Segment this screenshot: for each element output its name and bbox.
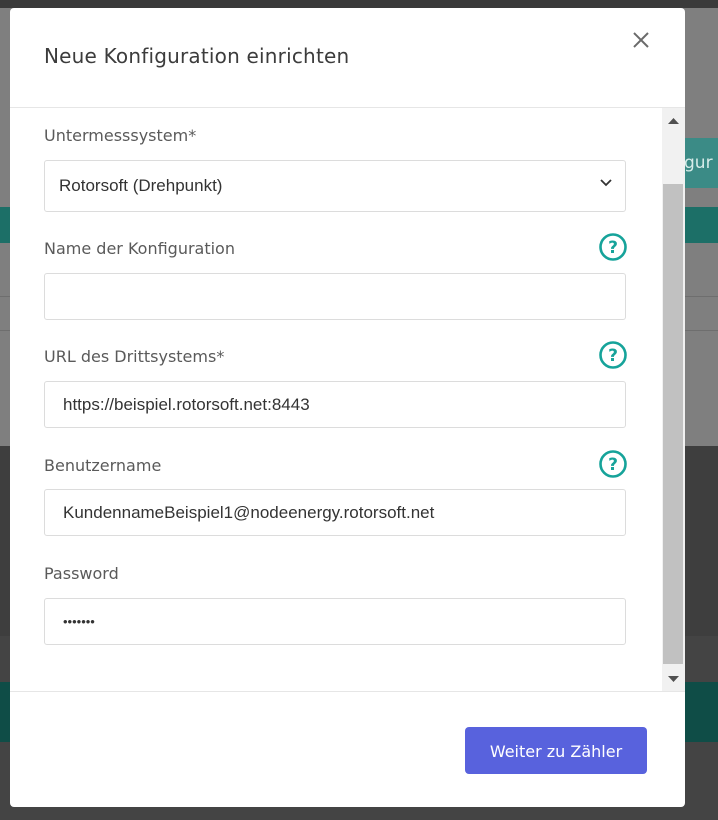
subsystem-select[interactable]: Rotorsoft (Drehpunkt) [44, 160, 626, 212]
username-input[interactable]: KundennameBeispiel1@nodeenergy.rotorsoft… [44, 489, 626, 536]
config-modal: Neue Konfiguration einrichten Untermesss… [10, 8, 685, 807]
scrollbar[interactable] [662, 108, 685, 691]
config-name-input[interactable] [44, 273, 626, 320]
modal-footer: Weiter zu Zähler [10, 691, 685, 807]
modal-body: Untermesssystem* Rotorsoft (Drehpunkt) N… [10, 108, 685, 691]
scrollbar-thumb[interactable] [663, 184, 683, 664]
next-to-meter-button[interactable]: Weiter zu Zähler [465, 727, 647, 774]
help-icon[interactable]: ? [598, 449, 628, 479]
svg-text:?: ? [608, 346, 618, 366]
password-input[interactable]: ••••••• [44, 598, 626, 645]
help-icon[interactable]: ? [598, 232, 628, 262]
modal-title: Neue Konfiguration einrichten [44, 44, 350, 68]
url-label: URL des Drittsystems* [44, 347, 225, 366]
password-label: Password [44, 564, 119, 583]
chevron-down-icon [600, 179, 612, 187]
close-icon[interactable] [630, 29, 652, 51]
subsystem-select-value: Rotorsoft (Drehpunkt) [59, 176, 223, 195]
url-input[interactable]: https://beispiel.rotorsoft.net:8443 [44, 381, 626, 428]
subsystem-label: Untermesssystem* [44, 126, 197, 145]
username-label: Benutzername [44, 456, 162, 475]
help-icon[interactable]: ? [598, 340, 628, 370]
svg-text:?: ? [608, 238, 618, 258]
background-top-bar [0, 0, 718, 8]
modal-header: Neue Konfiguration einrichten [10, 8, 685, 108]
scroll-up-arrow-icon[interactable] [662, 108, 685, 132]
config-name-label: Name der Konfiguration [44, 239, 235, 258]
svg-text:?: ? [608, 455, 618, 475]
scroll-down-arrow-icon[interactable] [662, 668, 685, 691]
